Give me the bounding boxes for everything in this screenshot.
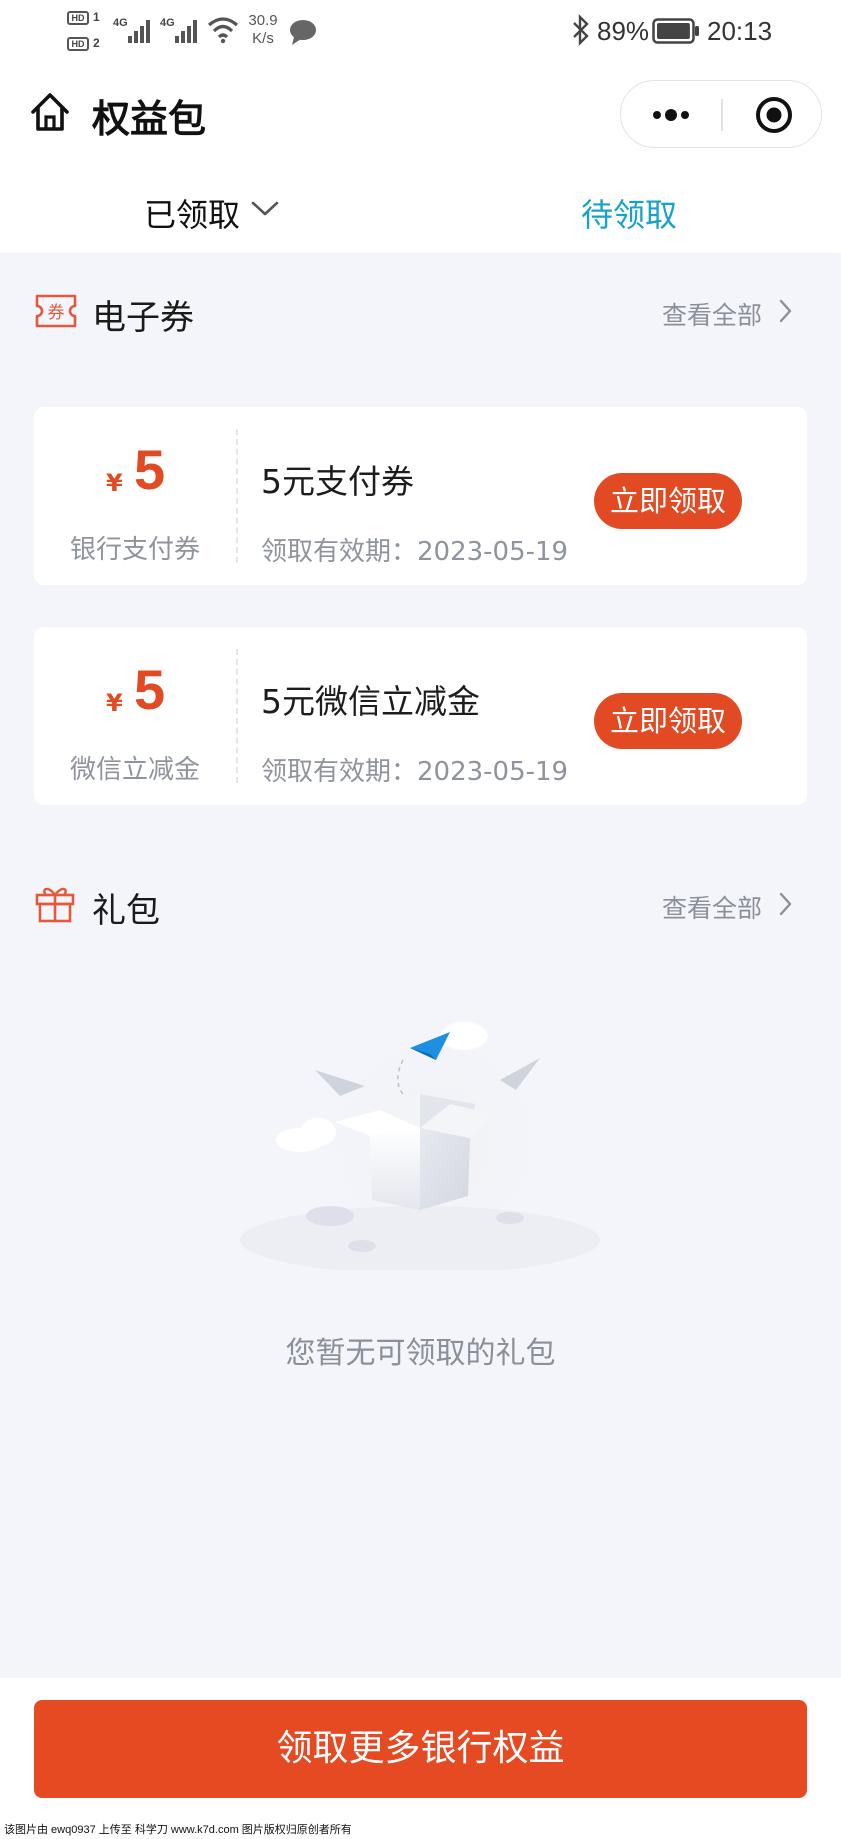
target-circle-icon[interactable] [755, 96, 793, 134]
gift-view-all-link[interactable]: 查看全部 [662, 889, 762, 925]
coupon-type: 银行支付券 [69, 535, 200, 565]
gift-section-title: 礼包 [92, 891, 160, 931]
sim-2-label: 2 [93, 36, 100, 50]
coupon-amount: 5 [134, 658, 166, 721]
coupon-name: 5元微信立减金 [261, 682, 480, 721]
home-icon[interactable] [28, 90, 72, 134]
network-speed: 30.9 K/s [240, 12, 286, 48]
hd-badge-1: HD [67, 11, 89, 25]
claim-more-benefits-button[interactable]: 领取更多银行权益 [34, 1700, 807, 1798]
network-type-2: 4G [160, 17, 175, 29]
claim-now-button[interactable]: 立即领取 [594, 473, 742, 529]
signal-icon-2 [175, 20, 197, 43]
page-title: 权益包 [92, 97, 207, 141]
empty-box-illustration [240, 1010, 600, 1270]
coupon-section-title: 电子券 [92, 298, 194, 338]
network-speed-unit: K/s [252, 30, 274, 47]
chat-bubble-icon [290, 20, 316, 45]
signal-icon-1 [128, 20, 150, 43]
claim-now-button[interactable]: 立即领取 [594, 693, 742, 749]
coupon-view-all-link[interactable]: 查看全部 [662, 296, 762, 332]
battery-icon [652, 18, 699, 44]
empty-state-text: 您暂无可领取的礼包 [285, 1336, 556, 1371]
network-type-1: 4G [113, 17, 128, 29]
coupon-type: 微信立减金 [69, 755, 200, 785]
sim-1-label: 1 [93, 10, 100, 24]
coupon-icon-text: 券 [48, 303, 65, 323]
currency-symbol: ¥ [106, 469, 123, 497]
chevron-right-icon[interactable] [779, 892, 793, 916]
wifi-icon [207, 17, 239, 44]
card-divider [236, 429, 238, 563]
gift-icon [35, 887, 75, 923]
more-dots-icon[interactable] [649, 97, 693, 133]
coupon-name: 5元支付券 [261, 462, 414, 501]
capsule-divider [721, 99, 723, 131]
network-speed-value: 30.9 [248, 12, 278, 29]
coupon-card[interactable]: ¥ 5 微信立减金 5元微信立减金 领取有效期：2023-05-19 立即领取 [34, 627, 807, 805]
hd-badge-2: HD [67, 37, 89, 51]
coupon-validity: 领取有效期：2023-05-19 [261, 537, 569, 567]
card-divider [236, 649, 238, 783]
chevron-down-icon[interactable] [251, 199, 279, 219]
tab-pending[interactable]: 待领取 [581, 190, 677, 236]
currency-symbol: ¥ [106, 689, 123, 717]
clock: 20:13 [707, 16, 773, 46]
watermark-text: 该图片由 ewq0937 上传至 科学刀 www.k7d.com 图片版权归原创… [0, 1821, 841, 1839]
bluetooth-icon [573, 14, 589, 46]
tab-claimed[interactable]: 已领取 [144, 190, 240, 236]
mini-program-capsule [620, 80, 822, 148]
coupon-amount: 5 [134, 438, 166, 501]
coupon-validity: 领取有效期：2023-05-19 [261, 757, 569, 787]
chevron-right-icon[interactable] [779, 299, 793, 323]
battery-percent: 89% [597, 16, 650, 46]
coupon-ticket-icon: 券 [35, 294, 77, 328]
coupon-card[interactable]: ¥ 5 银行支付券 5元支付券 领取有效期：2023-05-19 立即领取 [34, 407, 807, 585]
